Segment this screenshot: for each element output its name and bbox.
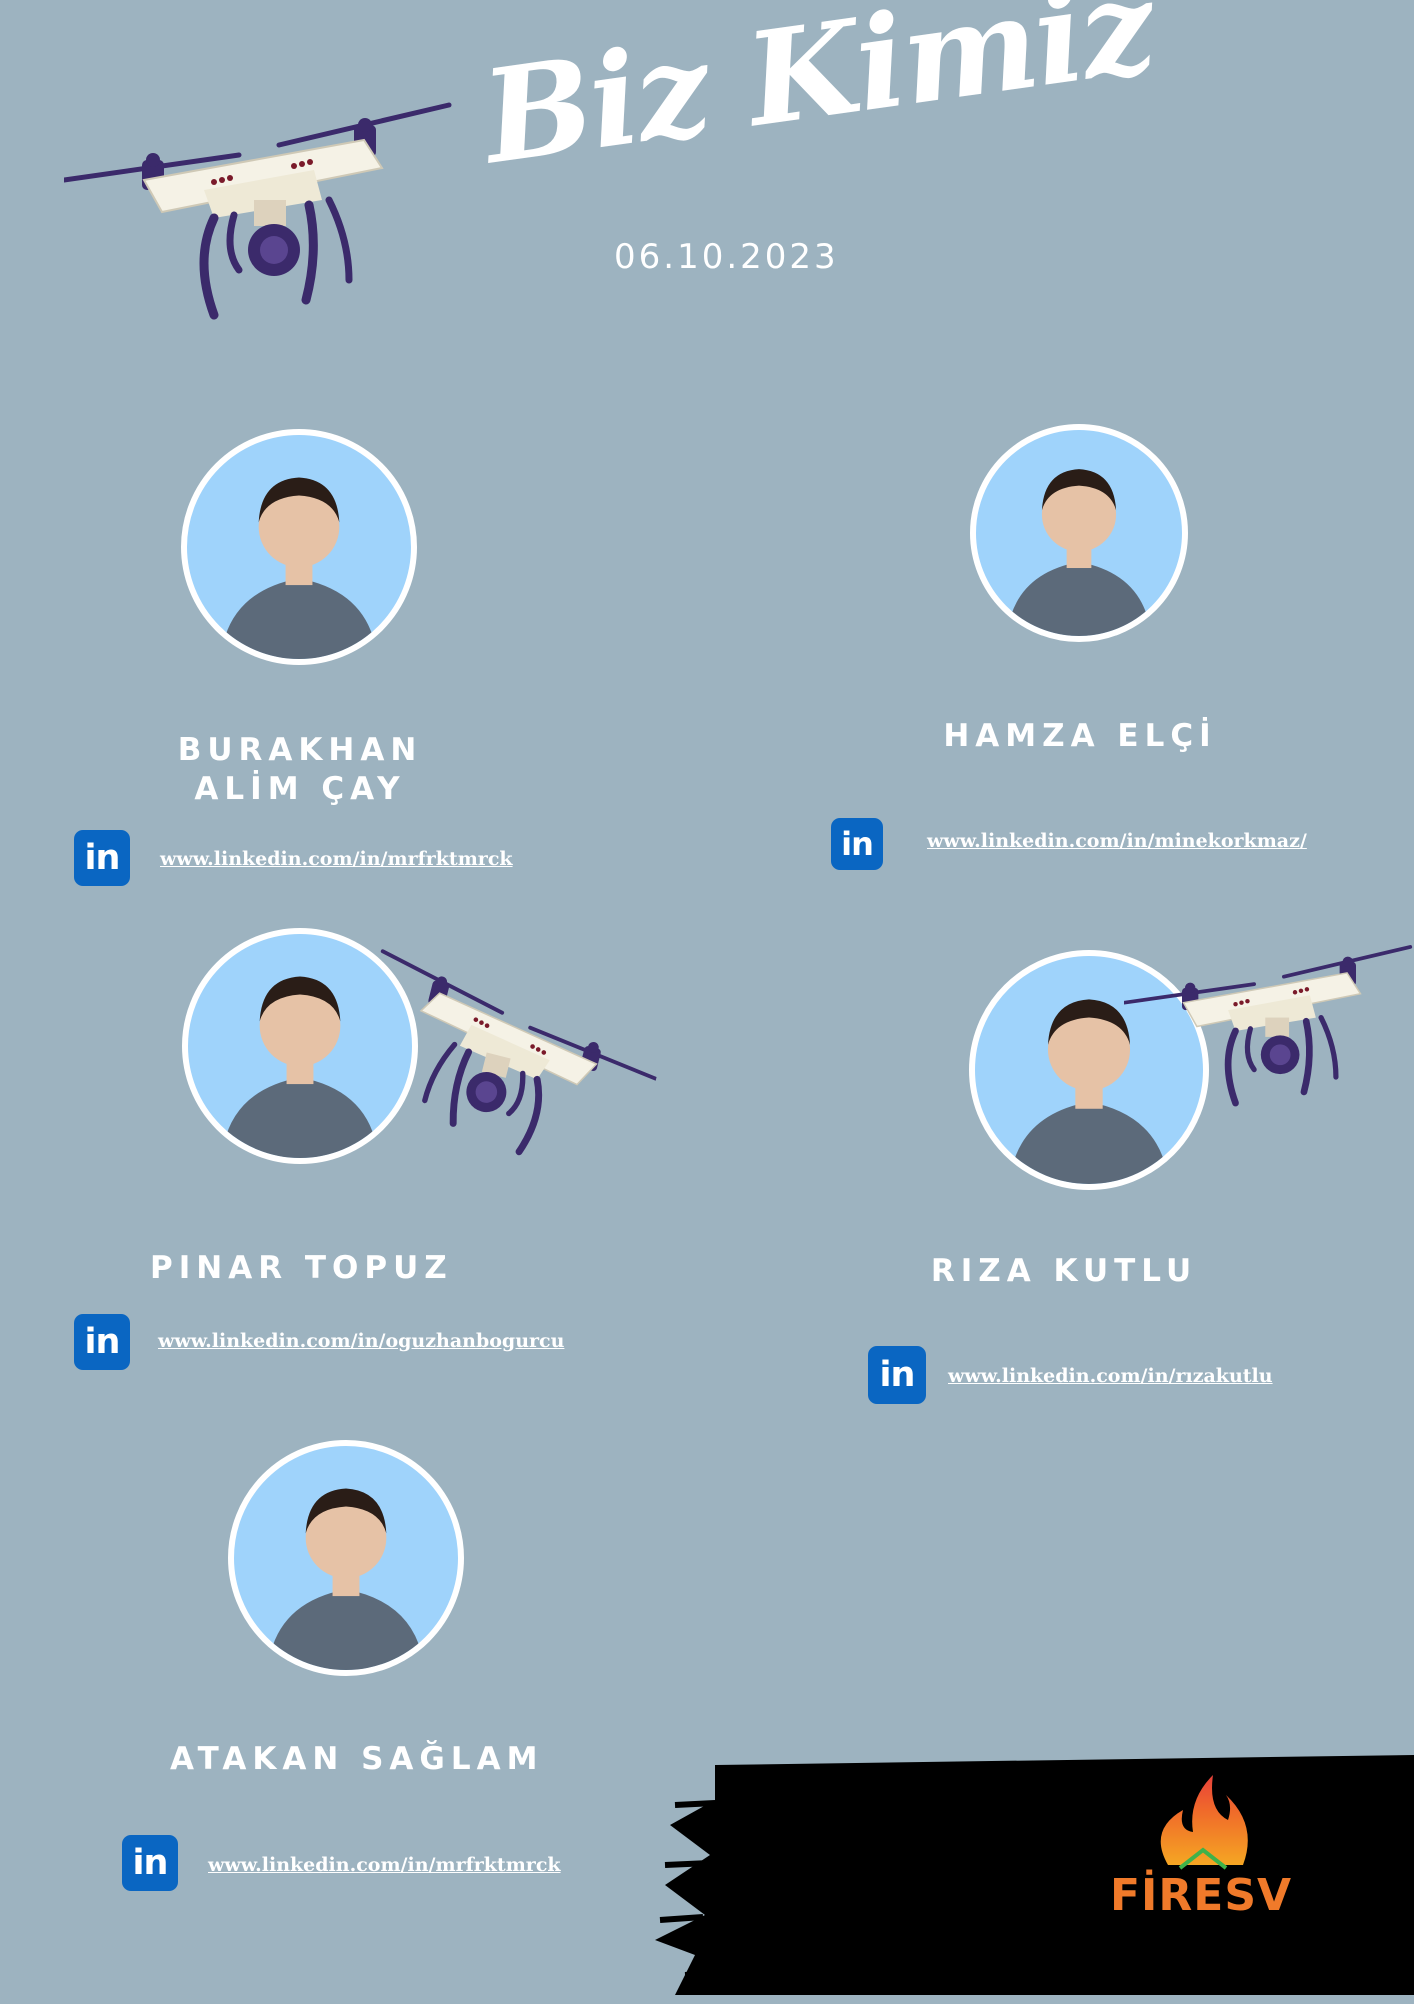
member-name: RIZA KUTLU <box>930 1253 1198 1289</box>
avatar <box>970 424 1188 642</box>
linkedin-link[interactable]: www.linkedin.com/in/mrfrktmrck <box>160 848 513 870</box>
drone-icon <box>355 955 655 1175</box>
linkedin-link[interactable]: www.linkedin.com/in/mrfrktmrck <box>208 1854 561 1876</box>
drone-icon <box>64 100 454 320</box>
linkedin-link[interactable]: www.linkedin.com/in/oguzhanbogurcu <box>158 1330 564 1352</box>
page-date: 06.10.2023 <box>614 237 839 277</box>
avatar <box>181 429 417 665</box>
linkedin-link[interactable]: www.linkedin.com/in/rızakutlu <box>948 1365 1273 1387</box>
drone-icon <box>1124 935 1414 1115</box>
linkedin-icon[interactable]: in <box>831 818 883 870</box>
avatar <box>228 1440 464 1676</box>
linkedin-icon[interactable]: in <box>74 1314 130 1370</box>
logo-text: FİRESV <box>1110 1870 1293 1921</box>
member-name: ATAKAN SAĞLAM <box>170 1741 544 1777</box>
page-title: Biz Kimiz <box>474 0 1162 194</box>
linkedin-icon[interactable]: in <box>122 1835 178 1891</box>
linkedin-link[interactable]: www.linkedin.com/in/minekorkmaz/ <box>927 830 1307 852</box>
member-name: PINAR TOPUZ <box>150 1250 453 1286</box>
member-name: HAMZA ELÇİ <box>943 718 1217 754</box>
linkedin-icon[interactable]: in <box>868 1346 926 1404</box>
member-name: BURAKHAN ALİM ÇAY <box>177 732 423 807</box>
linkedin-icon[interactable]: in <box>74 830 130 886</box>
